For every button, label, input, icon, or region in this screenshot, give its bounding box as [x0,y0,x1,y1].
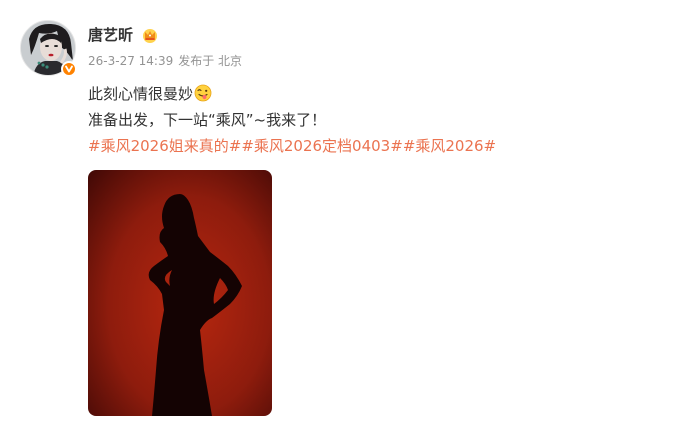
hashtag-list: #乘风2026姐来真的##乘风2026定档0403##乘风2026# [88,133,496,159]
post-image[interactable] [88,170,272,416]
crown-icon[interactable] [141,27,159,43]
content-line-1: 此刻心情很曼妙 [88,81,496,107]
weibo-post: 唐艺昕 26-3-27 14:39 发布于 北京 此刻心情很曼妙 准备出发，下一站… [0,0,700,429]
post-meta: 26-3-27 14:39 发布于 北京 [88,52,242,70]
post-content: 此刻心情很曼妙 准备出发，下一站“乘风”~我来了！ #乘风2026姐来真的##乘… [88,81,496,159]
avatar-container[interactable] [20,20,77,77]
author-name[interactable]: 唐艺昕 [88,25,133,45]
hashtag-link[interactable]: #乘风2026# [403,137,496,155]
hashtag-link[interactable]: #乘风2026姐来真的# [88,137,241,155]
content-text-1: 此刻心情很曼妙 [88,85,194,103]
verified-v-icon [61,61,77,77]
post-timestamp[interactable]: 26-3-27 14:39 [88,54,173,68]
content-line-2: 准备出发，下一站“乘风”~我来了！ [88,111,327,129]
tongue-emoji-icon [194,84,212,102]
hashtag-link[interactable]: #乘风2026定档0403# [241,137,403,155]
post-location: 发布于 北京 [178,54,243,68]
